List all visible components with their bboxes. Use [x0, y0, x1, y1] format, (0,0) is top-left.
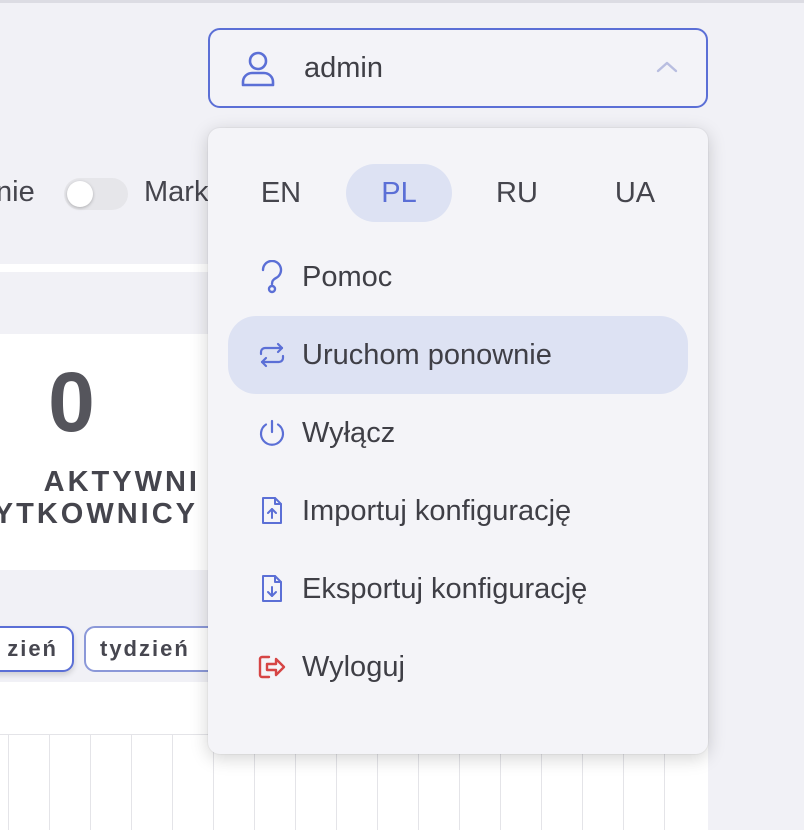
- file-import-icon: [256, 495, 288, 527]
- language-ru[interactable]: RU: [464, 164, 570, 222]
- menu-item-logout[interactable]: Wyloguj: [228, 628, 688, 706]
- menu-item-shutdown[interactable]: Wyłącz: [228, 394, 688, 472]
- language-pl[interactable]: PL: [346, 164, 452, 222]
- language-ua[interactable]: UA: [582, 164, 688, 222]
- stat-value: 0: [48, 355, 95, 449]
- period-day-button[interactable]: zień: [0, 626, 74, 672]
- toggle-knob: [67, 181, 93, 207]
- toggle-row: nie Mark: [0, 172, 220, 216]
- period-week-button[interactable]: tydzień: [84, 626, 224, 672]
- user-menu-button[interactable]: admin: [208, 28, 708, 108]
- user-name: admin: [304, 52, 383, 84]
- user-dropdown-menu: EN PL RU UA Pomoc Uruchom ponownie Wyłąc…: [208, 128, 708, 754]
- file-export-icon: [256, 573, 288, 605]
- toggle-label-left: nie: [0, 176, 35, 208]
- stat-label-line2: YTKOWNICY: [0, 498, 198, 530]
- menu-item-label: Wyloguj: [302, 650, 405, 683]
- language-selector: EN PL RU UA: [228, 164, 688, 222]
- menu-item-restart[interactable]: Uruchom ponownie: [228, 316, 688, 394]
- toggle-label-right: Mark: [144, 176, 209, 208]
- user-icon: [241, 51, 275, 87]
- chart-grid-line: [131, 734, 132, 830]
- chevron-up-icon: [656, 61, 678, 73]
- help-icon: [256, 260, 288, 294]
- top-border: [0, 0, 804, 3]
- toggle-switch[interactable]: [64, 178, 128, 210]
- menu-item-import-config[interactable]: Importuj konfigurację: [228, 472, 688, 550]
- stat-label-line1: AKTYWNI: [43, 466, 200, 498]
- section-divider: [0, 264, 230, 272]
- chart-grid-line: [172, 734, 173, 830]
- menu-item-label: Importuj konfigurację: [302, 494, 572, 527]
- menu-item-label: Uruchom ponownie: [302, 338, 552, 371]
- logout-icon: [256, 651, 288, 683]
- restart-icon: [256, 339, 288, 371]
- power-icon: [256, 417, 288, 449]
- active-users-card: 0 AKTYWNI YTKOWNICY: [0, 334, 230, 570]
- menu-item-export-config[interactable]: Eksportuj konfigurację: [228, 550, 688, 628]
- language-en[interactable]: EN: [228, 164, 334, 222]
- menu-item-label: Eksportuj konfigurację: [302, 572, 588, 605]
- menu-item-help[interactable]: Pomoc: [228, 238, 688, 316]
- chart-grid-line: [49, 734, 50, 830]
- menu-item-label: Wyłącz: [302, 416, 396, 449]
- menu-item-label: Pomoc: [302, 260, 393, 293]
- chart-grid-line: [90, 734, 91, 830]
- chart-grid-line: [8, 734, 9, 830]
